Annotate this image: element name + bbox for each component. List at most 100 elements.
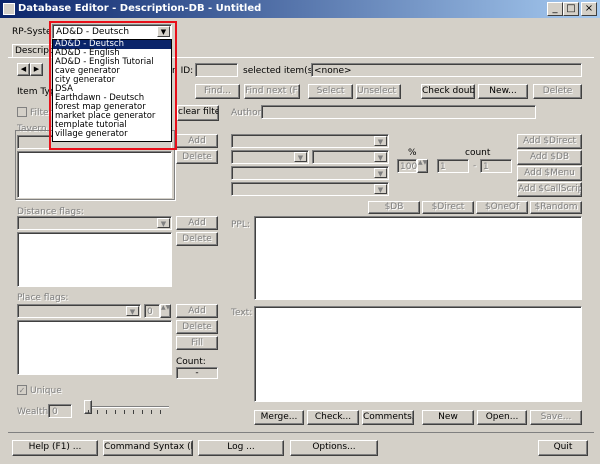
select-2b[interactable]: ▼ (312, 150, 389, 164)
select-4[interactable]: ▼ (231, 182, 389, 196)
slider-tick (88, 410, 89, 414)
merge-button[interactable]: Merge... (254, 410, 304, 425)
find-button[interactable]: Find... (195, 84, 240, 99)
slider-tick (97, 410, 98, 414)
author-label: Author: (231, 108, 265, 118)
distance-select[interactable]: ▼ (17, 216, 172, 230)
filter-checkbox[interactable] (17, 107, 27, 117)
add-db-button[interactable]: Add $DB (517, 150, 582, 165)
ppl-label: PPL: (231, 220, 250, 230)
add-callscript-button[interactable]: Add $CallScript (517, 182, 582, 197)
count-bottom-field: - (176, 367, 218, 379)
tavern-delete-button[interactable]: Delete (176, 150, 218, 164)
ppl-oneof-button[interactable]: $OneOf (476, 201, 528, 214)
add-direct-button[interactable]: Add $Direct (517, 134, 582, 149)
select-2a[interactable]: ▼ (231, 150, 309, 164)
slider-tick (115, 410, 116, 414)
save-button[interactable]: Save... (530, 410, 582, 425)
tavern-list[interactable] (17, 151, 172, 198)
check-button[interactable]: Check... (307, 410, 359, 425)
place-add-button[interactable]: Add (176, 304, 218, 318)
open-button[interactable]: Open... (477, 410, 527, 425)
unique-label: Unique (30, 386, 62, 396)
select-1[interactable]: ▼ (231, 134, 389, 148)
ppl-db-button[interactable]: $DB (368, 201, 420, 214)
chevron-down-icon: ▼ (374, 184, 387, 194)
slider-tick (133, 410, 134, 414)
clear-filter-button[interactable]: clear filter (177, 105, 219, 121)
percent-value: 100 (400, 162, 418, 172)
place-list[interactable] (17, 320, 172, 375)
unselect-all-button[interactable]: Unselect all (356, 84, 401, 99)
place-select[interactable]: ▼ (17, 304, 141, 318)
place-number-field[interactable]: 0 (144, 304, 160, 318)
chevron-down-icon: ▼ (126, 306, 139, 316)
percent-label: % (408, 148, 417, 158)
place-number-value: 0 (147, 307, 153, 317)
delete-item-button[interactable]: Delete (533, 84, 582, 99)
bottom-divider (8, 432, 594, 433)
tavern-add-button[interactable]: Add (176, 134, 218, 148)
count-to-field[interactable]: 1 (480, 159, 512, 173)
author-field[interactable] (261, 105, 536, 119)
distance-delete-button[interactable]: Delete (176, 232, 218, 246)
place-flags-label: Place flags: (17, 293, 69, 303)
place-delete-button[interactable]: Delete (176, 320, 218, 334)
ppl-random-button[interactable]: $Random (530, 201, 582, 214)
wealth-label: Wealth: (17, 407, 52, 417)
item-id-field (195, 63, 238, 77)
log-button[interactable]: Log ... (198, 440, 284, 456)
new-item-button[interactable]: New... (478, 84, 528, 99)
ppl-textarea[interactable] (254, 216, 582, 300)
add-menu-button[interactable]: Add $Menu (517, 166, 582, 181)
chevron-down-icon: ▼ (374, 136, 387, 146)
comments-button[interactable]: Comments... (362, 410, 414, 425)
select-3[interactable]: ▼ (231, 166, 389, 180)
check-double-button[interactable]: Check double (421, 84, 475, 99)
distance-list[interactable] (17, 232, 172, 287)
chevron-down-icon: ▼ (374, 168, 387, 178)
count-label: count (465, 148, 491, 158)
wealth-slider-track[interactable] (84, 406, 169, 408)
prev-arrow-icon[interactable]: ◀ (17, 63, 30, 76)
options-button[interactable]: Options... (290, 440, 378, 456)
chevron-down-icon: ▼ (157, 218, 170, 228)
count-bottom-value: - (195, 368, 199, 378)
close-button[interactable]: × (581, 2, 597, 16)
selected-ids-field: <none> (311, 63, 582, 77)
minimize-button[interactable]: _ (547, 2, 563, 16)
quit-button[interactable]: Quit (538, 440, 588, 456)
wealth-field[interactable]: 0 (48, 404, 72, 418)
next-arrow-icon[interactable]: ▶ (30, 63, 43, 76)
place-spinner[interactable]: ▲▼ (160, 304, 171, 318)
highlight-box (49, 21, 177, 150)
ppl-direct-button[interactable]: $Direct (422, 201, 474, 214)
chevron-down-icon: ▼ (294, 152, 307, 162)
maximize-button[interactable]: □ (563, 2, 579, 16)
percent-spinner[interactable]: ▲▼ (417, 159, 428, 173)
count-to-value: 1 (483, 162, 489, 172)
app-icon (3, 3, 15, 15)
count-from-value: 1 (440, 162, 446, 172)
help-button[interactable]: Help (F1) ... (12, 440, 98, 456)
new-button[interactable]: New (422, 410, 474, 425)
slider-tick (160, 410, 161, 414)
count-bottom-label: Count: (176, 357, 206, 367)
percent-field[interactable]: 100 (397, 159, 417, 173)
selected-ids-value: <none> (314, 66, 352, 76)
command-syntax-button[interactable]: Command Syntax (F2) ... (103, 440, 193, 456)
unique-checkbox[interactable]: ✓ (17, 385, 27, 395)
distance-add-button[interactable]: Add (176, 216, 218, 230)
find-next-button[interactable]: Find next (F3) (244, 84, 300, 99)
text-textarea[interactable] (254, 306, 582, 402)
slider-tick (124, 410, 125, 414)
count-from-field[interactable]: 1 (437, 159, 469, 173)
slider-tick (142, 410, 143, 414)
wealth-value: 0 (52, 407, 58, 417)
slider-tick (106, 410, 107, 414)
select-button[interactable]: Select (308, 84, 353, 99)
text-label: Text: (231, 308, 253, 318)
count-dash: - (473, 161, 477, 171)
window-title: Database Editor - Description-DB - Untit… (18, 3, 262, 14)
place-fill-button[interactable]: Fill (176, 336, 218, 350)
